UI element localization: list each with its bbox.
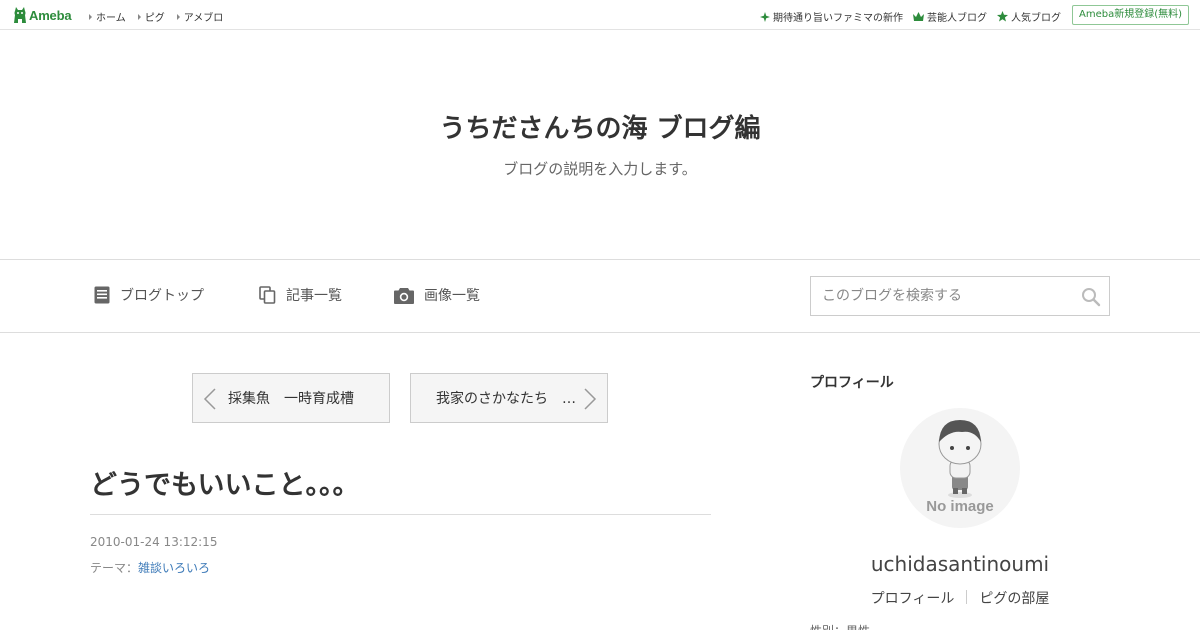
entry-title[interactable]: どうでもいいこと。。。 [90,463,359,502]
nav-article-list-label: 記事一覧 [286,288,342,304]
blog-search-input[interactable] [811,277,1109,315]
next-entry-label: 我家のさかなたち … [436,391,576,407]
promo-link[interactable]: 期待通り旨いファミマの新作 [760,9,903,24]
ameba-logo-icon [14,7,26,23]
popular-blog-link[interactable]: 人気ブログ [997,9,1061,24]
prev-entry-label: 採集魚 一時育成槽 [228,391,354,407]
entry-theme-prefix: テーマ： [90,561,139,575]
triangle-right-icon [137,13,141,20]
chevron-right-icon [584,388,597,410]
prev-entry-button[interactable]: 採集魚 一時育成槽 [192,373,390,423]
sparkle-icon [760,11,770,22]
global-nav-label: ピグ [144,13,165,24]
popular-blog-label: 人気ブログ [1011,13,1061,24]
search-icon[interactable] [1081,287,1101,307]
global-nav-ameblo[interactable]: アメブロ [176,9,224,24]
blog-description: ブログの説明を入力します。 [503,160,697,178]
nav-blog-top[interactable]: ブログトップ [94,285,204,305]
nav-image-list[interactable]: 画像一覧 [394,285,480,305]
profile-link[interactable]: プロフィール [871,588,955,608]
star-icon [997,11,1008,22]
blog-title[interactable]: うちださんちの海 ブログ編 [0,108,1200,145]
chevron-left-icon [203,388,216,410]
profile-heading: プロフィール [810,375,894,391]
blog-nav: ブログトップ 記事一覧 画像一覧 [0,259,1200,333]
celebrity-blog-label: 芸能人ブログ [927,13,987,24]
pigg-room-link[interactable]: ピグの部屋 [979,588,1049,608]
nav-article-list[interactable]: 記事一覧 [259,285,342,305]
profile-links: プロフィール ピグの部屋 [810,588,1110,608]
crown-icon [913,12,924,21]
global-nav-home[interactable]: ホーム [89,9,126,24]
triangle-right-icon [176,13,180,20]
triangle-right-icon [89,13,92,20]
entry-date: 2010-01-24 13:12:15 [90,535,218,549]
profile-gender: 性別：男性 [810,622,870,630]
next-entry-button[interactable]: 我家のさかなたち … [410,373,608,423]
entry-title-divider [90,514,711,515]
copy-icon [259,286,276,304]
global-nav-label: ホーム [96,13,126,24]
ameba-logo[interactable]: Ameba [13,6,72,24]
global-nav-left: ホーム ピグ アメブロ [89,9,235,24]
blog-search [810,276,1110,316]
entry-theme: テーマ：雑談いろいろ [90,559,210,576]
avatar-caption: No image [926,498,994,515]
global-nav-right: 期待通り旨いファミマの新作 芸能人ブログ 人気ブログ [750,9,1061,24]
celebrity-blog-link[interactable]: 芸能人ブログ [913,9,987,24]
entry-theme-link[interactable]: 雑談いろいろ [138,561,210,575]
signup-button[interactable]: Ameba新規登録(無料) [1071,5,1189,25]
global-nav-pigg[interactable]: ピグ [137,9,165,24]
camera-icon [394,287,414,304]
link-divider [966,590,968,604]
global-header: Ameba ホーム ピグ アメブロ 期待通り旨いファミマの新作 芸能人ブログ 人… [0,0,1200,30]
nav-image-list-label: 画像一覧 [424,288,480,304]
document-icon [94,286,110,304]
nav-blog-top-label: ブログトップ [120,288,204,304]
profile-username[interactable]: uchidasantinoumi [810,552,1110,576]
profile-avatar[interactable]: No image [900,408,1020,528]
global-nav-label: アメブロ [183,13,224,24]
ameba-logo-text: Ameba [29,7,72,23]
promo-link-label: 期待通り旨いファミマの新作 [773,13,903,24]
